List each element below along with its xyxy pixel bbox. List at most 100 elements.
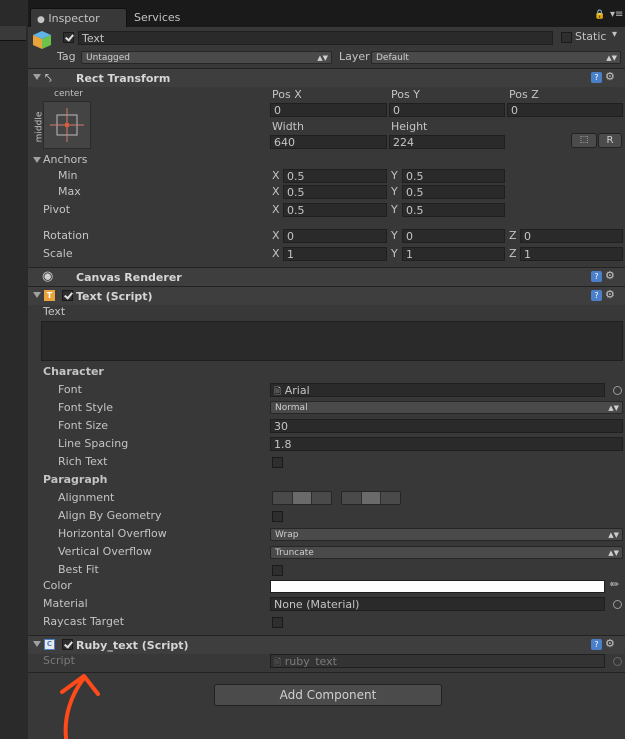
align-bottom-button[interactable] bbox=[381, 492, 400, 504]
scale-x-field[interactable]: 1 bbox=[283, 247, 387, 261]
active-checkbox[interactable] bbox=[63, 32, 74, 43]
line-spacing-field[interactable]: 1.8 bbox=[270, 437, 623, 451]
text-script-header-icons: ? ⚙ bbox=[591, 288, 621, 302]
material-object-picker-icon[interactable] bbox=[613, 600, 622, 609]
font-style-dropdown[interactable]: Normal ▲▼ bbox=[270, 401, 623, 414]
tab-services[interactable]: Services bbox=[128, 8, 218, 27]
height-label: Height bbox=[391, 120, 428, 133]
help-icon[interactable]: ? bbox=[591, 290, 602, 301]
help-icon[interactable]: ? bbox=[591, 72, 602, 83]
color-swatch[interactable] bbox=[270, 580, 605, 593]
text-script-foldout-icon[interactable] bbox=[33, 292, 41, 298]
blueprint-mode-button[interactable]: ⬚ bbox=[571, 133, 597, 148]
align-by-geometry-checkbox[interactable] bbox=[272, 511, 283, 522]
annotation-arrow-icon bbox=[60, 674, 100, 739]
font-field[interactable]: 🖹 Arial bbox=[270, 383, 605, 397]
help-icon[interactable]: ? bbox=[591, 639, 602, 650]
width-label: Width bbox=[272, 120, 304, 133]
gear-icon[interactable]: ⚙ bbox=[605, 637, 615, 650]
height-field[interactable]: 224 bbox=[389, 135, 505, 149]
scale-y-label: Y bbox=[391, 247, 398, 260]
font-asset-icon: 🖹 bbox=[274, 387, 282, 397]
align-left-button[interactable] bbox=[273, 492, 293, 504]
canvas-renderer-header[interactable]: ◉ Canvas Renderer ? ⚙ bbox=[28, 267, 625, 286]
gear-icon[interactable]: ⚙ bbox=[605, 269, 615, 282]
text-component-icon: T bbox=[44, 290, 55, 301]
width-field[interactable]: 640 bbox=[270, 135, 387, 149]
anchors-foldout-icon[interactable] bbox=[33, 157, 41, 163]
tag-value: Untagged bbox=[86, 53, 131, 63]
pos-x-field[interactable]: 0 bbox=[270, 103, 387, 117]
rotation-z-field[interactable]: 0 bbox=[520, 229, 623, 243]
pivot-x-field[interactable]: 0.5 bbox=[283, 203, 387, 217]
align-middle-button[interactable] bbox=[361, 492, 382, 504]
vertical-overflow-dropdown[interactable]: Truncate ▲▼ bbox=[270, 546, 623, 559]
max-x-field[interactable]: 0.5 bbox=[283, 185, 387, 199]
left-panel-mini-dropdown[interactable] bbox=[0, 26, 26, 41]
object-name-field[interactable]: Text bbox=[78, 31, 553, 45]
min-y-label: Y bbox=[391, 169, 398, 182]
gear-icon[interactable]: ⚙ bbox=[605, 288, 615, 301]
align-center-button[interactable] bbox=[292, 492, 313, 504]
raw-edit-button[interactable]: R bbox=[598, 133, 622, 148]
rotation-y-field[interactable]: 0 bbox=[402, 229, 505, 243]
font-size-field[interactable]: 30 bbox=[270, 419, 623, 433]
static-checkbox[interactable] bbox=[561, 32, 572, 43]
font-object-picker-icon[interactable] bbox=[613, 386, 622, 395]
align-top-button[interactable] bbox=[342, 492, 362, 504]
rich-text-checkbox[interactable] bbox=[272, 457, 283, 468]
pivot-y-field[interactable]: 0.5 bbox=[402, 203, 505, 217]
align-right-button[interactable] bbox=[312, 492, 331, 504]
eyedropper-icon[interactable]: ✏ bbox=[610, 578, 619, 591]
help-icon[interactable]: ? bbox=[591, 271, 602, 282]
blueprint-icon: ⬚ bbox=[579, 135, 589, 145]
tab-inspector[interactable]: ● Inspector bbox=[30, 8, 127, 27]
horizontal-overflow-dropdown[interactable]: Wrap ▲▼ bbox=[270, 528, 623, 541]
material-label: Material bbox=[43, 597, 88, 610]
ruby-text-foldout-icon[interactable] bbox=[33, 641, 41, 647]
material-field[interactable]: None (Material) bbox=[270, 597, 605, 611]
tab-inspector-label: Inspector bbox=[48, 12, 100, 25]
script-label: Script bbox=[43, 654, 75, 667]
font-style-label: Font Style bbox=[58, 401, 114, 414]
max-x-label: X bbox=[272, 185, 280, 198]
align-by-geometry-label: Align By Geometry bbox=[58, 509, 162, 522]
scale-y-field[interactable]: 1 bbox=[402, 247, 505, 261]
text-script-header[interactable]: T Text (Script) ? ⚙ bbox=[28, 286, 625, 305]
layer-dropdown-arrow-icon: ▲▼ bbox=[606, 54, 617, 62]
rotation-x-label: X bbox=[272, 229, 280, 242]
raycast-target-checkbox[interactable] bbox=[272, 617, 283, 628]
ruby-text-enabled-checkbox[interactable] bbox=[62, 639, 73, 650]
horizontal-overflow-dropdown-arrow-icon: ▲▼ bbox=[608, 531, 619, 539]
vertical-overflow-dropdown-arrow-icon: ▲▼ bbox=[608, 549, 619, 557]
tab-menu-icon[interactable]: ▾≡ bbox=[610, 9, 623, 20]
text-area[interactable] bbox=[41, 321, 623, 361]
tag-dropdown[interactable]: Untagged ▲▼ bbox=[81, 51, 332, 64]
text-script-enabled-checkbox[interactable] bbox=[62, 290, 73, 301]
csharp-script-icon: C bbox=[44, 639, 55, 650]
rect-transform-foldout-icon[interactable] bbox=[33, 74, 41, 80]
rect-transform-header-icons: ? ⚙ bbox=[591, 70, 621, 84]
gear-icon[interactable]: ⚙ bbox=[605, 70, 615, 83]
rotation-z-label: Z bbox=[509, 229, 517, 242]
layer-dropdown[interactable]: Default ▲▼ bbox=[371, 51, 621, 64]
tab-services-label: Services bbox=[134, 11, 181, 24]
anchor-preset-button[interactable] bbox=[43, 101, 91, 149]
best-fit-checkbox[interactable] bbox=[272, 565, 283, 576]
add-component-button[interactable]: Add Component bbox=[214, 684, 442, 706]
lock-icon[interactable]: 🔒 bbox=[594, 10, 605, 20]
min-y-field[interactable]: 0.5 bbox=[402, 169, 505, 183]
pivot-x-label: X bbox=[272, 203, 280, 216]
pos-y-field[interactable]: 0 bbox=[389, 103, 505, 117]
pos-z-field[interactable]: 0 bbox=[507, 103, 623, 117]
pivot-label: Pivot bbox=[43, 203, 71, 216]
scale-z-field[interactable]: 1 bbox=[520, 247, 623, 261]
rotation-x-field[interactable]: 0 bbox=[283, 229, 387, 243]
rect-transform-title: Rect Transform bbox=[76, 72, 171, 85]
max-y-field[interactable]: 0.5 bbox=[402, 185, 505, 199]
script-asset-icon: 🖹 bbox=[274, 658, 282, 668]
static-dropdown-icon[interactable]: ▾ bbox=[612, 29, 617, 40]
ruby-text-script-header[interactable]: C Ruby_text (Script) ? ⚙ bbox=[28, 635, 625, 654]
rect-transform-header[interactable]: ⤣ Rect Transform ? ⚙ bbox=[28, 68, 625, 87]
min-x-field[interactable]: 0.5 bbox=[283, 169, 387, 183]
